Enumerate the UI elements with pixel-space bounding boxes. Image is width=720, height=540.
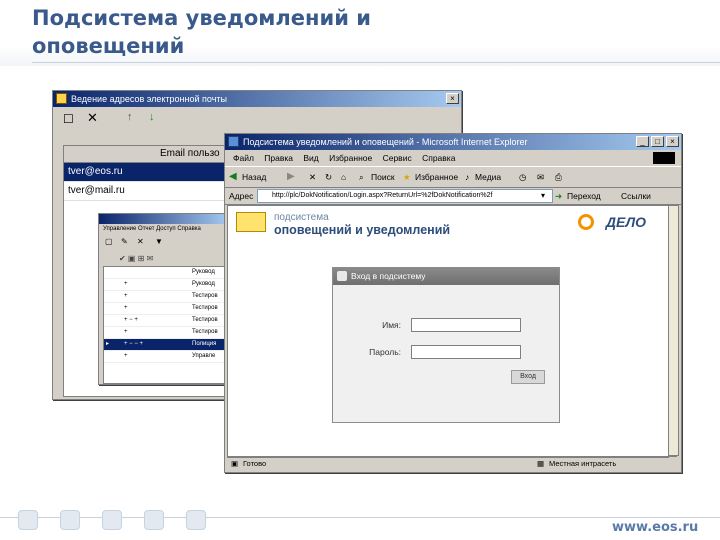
login-panel: Вход в подсистему Имя: Пароль: Вход [332, 267, 560, 423]
status-bar: ▣ Готово ▦ Местная интрасеть [227, 456, 677, 471]
arrow-up-icon[interactable]: ↑ [127, 111, 133, 123]
delo-logo: ДЕЛО [605, 214, 646, 230]
users-grid: Руковод + Руковод + Тестиров + Тестиров + −… [103, 266, 229, 384]
zone-icon: ▦ [537, 459, 545, 468]
password-label: Пароль: [369, 347, 401, 357]
chevron-down-icon[interactable]: ▾ [541, 188, 545, 204]
browser-toolbar: ◀ Назад ▶ ✕ ↻ ⌂ ⌕ Поиск ★ Избранное ♪ Ме… [225, 166, 681, 188]
list-item[interactable]: ▸ + − − + Полиция [104, 339, 228, 351]
address-label: Адрес [229, 191, 254, 201]
menu-file[interactable]: Файл [233, 153, 254, 163]
footer-icons [18, 510, 206, 530]
pen-icon [144, 510, 164, 530]
mail-icon[interactable]: ✉ [537, 167, 544, 187]
media-icon[interactable]: ♪ [465, 167, 469, 187]
favorites-button[interactable]: Избранное [415, 167, 458, 187]
minimize-icon[interactable]: _ [636, 136, 649, 147]
header-divider [32, 62, 720, 63]
brand-subtitle: подсистема [274, 212, 329, 223]
page-icon: ▣ [231, 459, 239, 468]
browser-titlebar[interactable]: Подсистема уведомлений и оповещений - Mi… [225, 134, 681, 150]
go-icon[interactable]: ➜ [555, 188, 562, 204]
search-button[interactable]: Поиск [371, 167, 395, 187]
back-button[interactable]: Назад [242, 167, 266, 187]
delete-icon[interactable]: ✕ [137, 237, 144, 246]
filter-icon[interactable]: ▼ [155, 237, 163, 246]
browser-window[interactable]: Подсистема уведомлений и оповещений - Mi… [224, 133, 682, 473]
envelope-icon [236, 212, 266, 232]
delo-logo-mark [578, 214, 594, 230]
list-item[interactable]: + Тестиров [104, 327, 228, 339]
address-bar: Адрес http://plc/DokNotification/Login.a… [225, 188, 681, 205]
list-item[interactable]: + Управле [104, 351, 228, 363]
list-item[interactable]: Руковод [104, 267, 228, 279]
vertical-scrollbar[interactable] [668, 205, 679, 456]
new-icon[interactable]: ☐ [63, 112, 74, 126]
users-window-titlebar[interactable] [99, 214, 229, 224]
name-input[interactable] [411, 318, 521, 332]
delete-icon[interactable]: ✕ [87, 110, 98, 126]
close-icon[interactable]: × [446, 93, 459, 104]
users-window-menu[interactable]: Управление Отчет Доступ Справка [99, 224, 229, 235]
email-window-titlebar[interactable]: Ведение адресов электронной почты × [53, 91, 461, 107]
row-pointer-icon: ▸ [106, 341, 110, 347]
app-icon [56, 93, 67, 104]
maximize-icon[interactable]: □ [651, 136, 664, 147]
arrow-down-icon[interactable]: ↓ [149, 111, 155, 123]
list-item[interactable]: + Тестиров [104, 291, 228, 303]
ie-icon [228, 136, 239, 147]
close-icon[interactable]: × [666, 136, 679, 147]
address-input[interactable]: http://plc/DokNotification/Login.aspx?Re… [257, 189, 553, 203]
login-title: Вход в подсистему [351, 271, 426, 281]
status-text: Готово [243, 459, 267, 468]
grid-header-icons: ✔ ▣ ⊞ ✉ [119, 254, 154, 263]
menu-favorites[interactable]: Избранное [329, 153, 372, 163]
email-window-title: Ведение адресов электронной почты [71, 94, 227, 104]
media-button[interactable]: Медиа [475, 167, 501, 187]
search-icon[interactable]: ⌕ [359, 167, 364, 187]
network-icon [60, 510, 80, 530]
email-toolbar: ☐ ✕ ↑ ↓ [53, 107, 461, 129]
login-header: Вход в подсистему [333, 268, 559, 285]
name-label: Имя: [382, 320, 401, 330]
document-icon [18, 510, 38, 530]
forward-icon[interactable]: ▶ [287, 167, 295, 187]
windows-logo-icon [653, 152, 675, 164]
new-icon[interactable]: ▢ [105, 237, 113, 246]
back-icon[interactable]: ◀ [229, 167, 237, 187]
list-item[interactable]: + Руковод [104, 279, 228, 291]
list-item[interactable]: + − + Тестиров [104, 315, 228, 327]
zone-text: Местная интрасеть [549, 459, 617, 468]
password-input[interactable] [411, 345, 521, 359]
refresh-icon[interactable]: ↻ [325, 167, 332, 187]
history-icon[interactable]: ◷ [519, 167, 526, 187]
links-label[interactable]: Ссылки [621, 188, 651, 204]
print-icon[interactable]: ⎙ [555, 167, 562, 187]
browser-menubar: Файл Правка Вид Избранное Сервис Справка [225, 150, 681, 166]
edit-icon[interactable]: ✎ [121, 237, 128, 246]
login-icon [337, 271, 347, 281]
list-item[interactable]: + Тестиров [104, 303, 228, 315]
page-content: подсистема оповещений и уведомлений ДЕЛО… [227, 205, 669, 458]
menu-help[interactable]: Справка [422, 153, 455, 163]
footer-site[interactable]: www.eos.ru [612, 520, 698, 535]
go-button[interactable]: Переход [567, 188, 601, 204]
brand-title: оповещений и уведомлений [274, 223, 451, 237]
menu-view[interactable]: Вид [303, 153, 318, 163]
login-button[interactable]: Вход [511, 370, 545, 384]
favorites-icon[interactable]: ★ [403, 167, 411, 187]
browser-title: Подсистема уведомлений и оповещений - Mi… [243, 137, 528, 147]
users-window[interactable]: Управление Отчет Доступ Справка ▢ ✎ ✕ ▼ … [98, 213, 230, 385]
home-icon[interactable]: ⌂ [341, 167, 346, 187]
menu-tools[interactable]: Сервис [383, 153, 412, 163]
stop-icon[interactable]: ✕ [309, 167, 316, 187]
key-icon [102, 510, 122, 530]
users-window-toolbar: ▢ ✎ ✕ ▼ [99, 235, 229, 249]
menu-edit[interactable]: Правка [264, 153, 293, 163]
clipboard-icon [186, 510, 206, 530]
slide-title: Подсистема уведомлений и оповещений [32, 6, 371, 58]
